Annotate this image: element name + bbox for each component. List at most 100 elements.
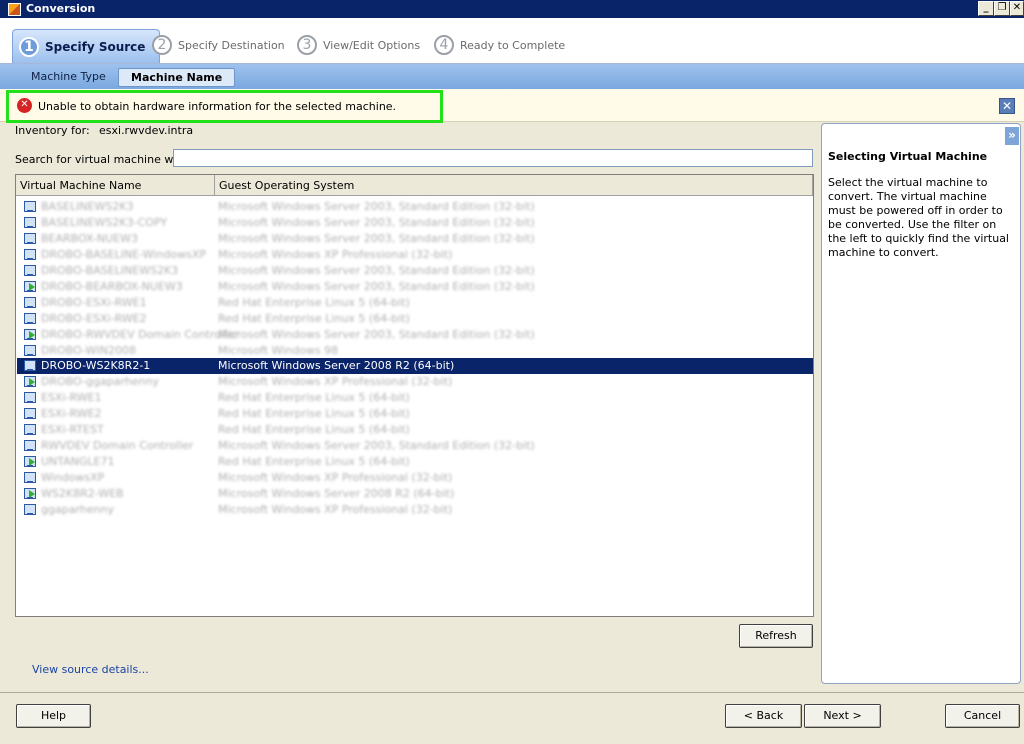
footer-divider [0, 692, 1024, 693]
vm-name: UNTANGLE71 [41, 455, 115, 468]
back-button[interactable]: < Back [725, 704, 802, 728]
vm-os: Red Hat Enterprise Linux 5 (64-bit) [218, 296, 410, 309]
table-row[interactable]: ggaparhenny Microsoft Windows XP Profess… [17, 502, 813, 518]
table-row[interactable]: WS2K8R2-WEB Microsoft Windows Server 200… [17, 486, 813, 502]
vm-os: Microsoft Windows Server 2008 R2 (64-bit… [218, 359, 455, 372]
vm-os: Red Hat Enterprise Linux 5 (64-bit) [218, 455, 410, 468]
step-ready-to-complete[interactable]: 4 Ready to Complete [434, 30, 565, 60]
table-row[interactable]: BASELINEWS2K3 Microsoft Windows Server 2… [17, 199, 813, 215]
step-number-icon: 3 [297, 35, 317, 55]
next-button[interactable]: Next > [804, 704, 881, 728]
vm-name: ESXi-RWE2 [41, 407, 102, 420]
vm-name: DROBO-ESXi-RWE1 [41, 296, 147, 309]
cancel-button[interactable]: Cancel [945, 704, 1020, 728]
column-header-vm-name[interactable]: Virtual Machine Name [16, 175, 215, 196]
vm-name: DROBO-BASELINEWS2K3 [41, 264, 179, 277]
table-row[interactable]: DROBO-BASELINE-WindowsXP Microsoft Windo… [17, 247, 813, 263]
vm-name: BEARBOX-NUEW3 [41, 232, 139, 245]
vm-icon [24, 504, 36, 515]
collapse-panel-icon[interactable]: » [1005, 127, 1019, 145]
vm-os: Red Hat Enterprise Linux 5 (64-bit) [218, 407, 410, 420]
vm-icon [24, 297, 36, 308]
table-row[interactable]: DROBO-ggaparhenny Microsoft Windows XP P… [17, 374, 813, 390]
vm-name: BASELINEWS2K3-COPY [41, 216, 168, 229]
vm-icon [24, 201, 36, 212]
tab-machine-name[interactable]: Machine Name [118, 68, 236, 87]
vm-name: DROBO-WIN2008 [41, 344, 136, 357]
vm-icon [24, 472, 36, 483]
vm-icon [24, 440, 36, 451]
tab-machine-type[interactable]: Machine Type [19, 68, 118, 87]
help-button[interactable]: Help [16, 704, 91, 728]
table-row[interactable]: DROBO-ESXi-RWE1 Red Hat Enterprise Linux… [17, 295, 813, 311]
table-row[interactable]: RWVDEV Domain Controller Microsoft Windo… [17, 438, 813, 454]
vm-icon [24, 265, 36, 276]
vm-os: Red Hat Enterprise Linux 5 (64-bit) [218, 312, 410, 325]
vm-name: BASELINEWS2K3 [41, 200, 134, 213]
step-number-icon: 2 [152, 35, 172, 55]
table-row[interactable]: ESXi-RWE2 Red Hat Enterprise Linux 5 (64… [17, 406, 813, 422]
close-icon[interactable]: ✕ [999, 98, 1015, 114]
column-header-guest-os[interactable]: Guest Operating System [215, 175, 813, 196]
vm-os: Microsoft Windows Server 2003, Standard … [218, 200, 535, 213]
vm-icon [24, 424, 36, 435]
close-window-button[interactable]: ✕ [1010, 1, 1024, 16]
window-title: Conversion [26, 2, 96, 15]
table-row[interactable]: BEARBOX-NUEW3 Microsoft Windows Server 2… [17, 231, 813, 247]
step-label: Specify Source [45, 39, 146, 54]
vm-os: Microsoft Windows Server 2003, Standard … [218, 264, 535, 277]
app-icon [8, 3, 21, 16]
table-row[interactable]: WindowsXP Microsoft Windows XP Professio… [17, 470, 813, 486]
vm-name: DROBO-BEARBOX-NUEW3 [41, 280, 183, 293]
table-row[interactable]: DROBO-RWVDEV Domain Controller Microsoft… [17, 327, 813, 343]
minimize-button[interactable]: _ [978, 1, 994, 16]
view-source-details-link[interactable]: View source details... [32, 663, 149, 676]
vm-icon [24, 408, 36, 419]
step-view-edit-options[interactable]: 3 View/Edit Options [297, 30, 420, 60]
step-number-icon: 1 [19, 36, 39, 57]
vm-icon [24, 313, 36, 324]
vm-os: Red Hat Enterprise Linux 5 (64-bit) [218, 391, 410, 404]
refresh-button[interactable]: Refresh [739, 624, 813, 648]
table-row-selected[interactable]: DROBO-WS2K8R2-1 Microsoft Windows Server… [17, 358, 813, 374]
vm-icon [24, 249, 36, 260]
sub-tabs: Machine Type Machine Name [0, 64, 1024, 89]
vm-name: ESXi-RTEST [41, 423, 104, 436]
vm-os: Microsoft Windows Server 2003, Standard … [218, 328, 535, 341]
vm-powered-on-icon [24, 329, 36, 340]
search-input[interactable] [173, 149, 813, 167]
vm-table: Virtual Machine Name Guest Operating Sys… [15, 174, 814, 617]
table-row[interactable]: DROBO-BASELINEWS2K3 Microsoft Windows Se… [17, 263, 813, 279]
table-row[interactable]: ESXi-RWE1 Red Hat Enterprise Linux 5 (64… [17, 390, 813, 406]
vm-powered-on-icon [24, 488, 36, 499]
help-panel: » Selecting Virtual Machine Select the v… [821, 123, 1021, 684]
step-label: Specify Destination [178, 38, 285, 52]
vm-os: Microsoft Windows XP Professional (32-bi… [218, 248, 453, 261]
vm-name: WS2K8R2-WEB [41, 487, 124, 500]
vm-os: Microsoft Windows XP Professional (32-bi… [218, 375, 453, 388]
vm-os: Microsoft Windows Server 2003, Standard … [218, 439, 535, 452]
vm-name: DROBO-ESXi-RWE2 [41, 312, 147, 325]
vm-icon [24, 345, 36, 356]
table-row[interactable]: DROBO-ESXi-RWE2 Red Hat Enterprise Linux… [17, 311, 813, 327]
table-row[interactable]: DROBO-BEARBOX-NUEW3 Microsoft Windows Se… [17, 279, 813, 295]
table-row[interactable]: BASELINEWS2K3-COPY Microsoft Windows Ser… [17, 215, 813, 231]
table-row[interactable]: DROBO-WIN2008 Microsoft Windows 98 [17, 343, 813, 359]
vm-name: ggaparhenny [41, 503, 114, 516]
vm-name: RWVDEV Domain Controller [41, 439, 194, 452]
vm-os: Microsoft Windows XP Professional (32-bi… [218, 471, 453, 484]
vm-name: DROBO-WS2K8R2-1 [41, 359, 151, 372]
vm-os: Microsoft Windows XP Professional (32-bi… [218, 503, 453, 516]
table-row[interactable]: UNTANGLE71 Red Hat Enterprise Linux 5 (6… [17, 454, 813, 470]
vm-powered-on-icon [24, 456, 36, 467]
vm-os: Microsoft Windows 98 [218, 344, 339, 357]
step-specify-destination[interactable]: 2 Specify Destination [152, 30, 285, 60]
restore-button[interactable]: ❐ [994, 1, 1010, 16]
vm-icon [24, 233, 36, 244]
step-specify-source[interactable]: 1 Specify Source [12, 29, 161, 63]
search-label: Search for virtual machine with: [15, 153, 192, 166]
vm-name: WindowsXP [41, 471, 105, 484]
vm-os: Microsoft Windows Server 2003, Standard … [218, 232, 535, 245]
table-row[interactable]: ESXi-RTEST Red Hat Enterprise Linux 5 (6… [17, 422, 813, 438]
step-label: Ready to Complete [460, 38, 566, 52]
